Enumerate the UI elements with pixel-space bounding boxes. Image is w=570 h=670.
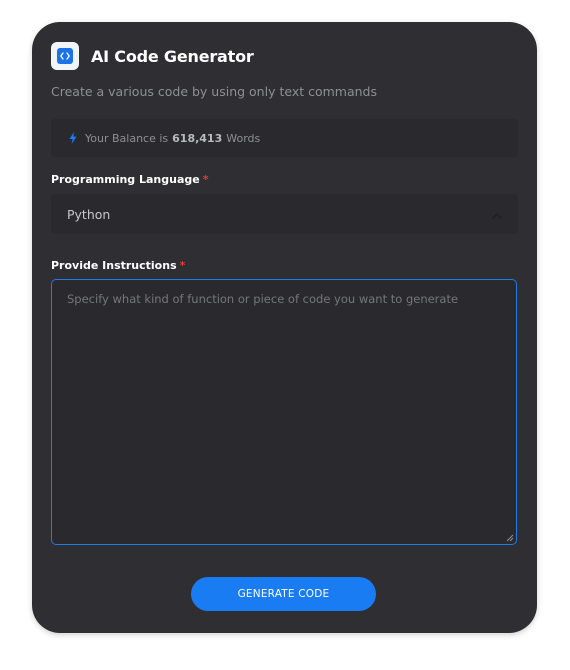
instructions-label-text: Provide Instructions xyxy=(51,259,177,272)
code-brackets-icon xyxy=(51,42,79,70)
instructions-label: Provide Instructions * xyxy=(51,259,185,272)
instructions-textarea[interactable] xyxy=(52,280,516,544)
balance-amount: 618,413 xyxy=(172,131,223,145)
code-generator-card: AI Code Generator Create a various code … xyxy=(32,22,537,633)
required-mark: * xyxy=(179,259,186,272)
balance-bar: Your Balance is 618,413 Words xyxy=(51,119,518,157)
language-selected-value: Python xyxy=(67,206,111,222)
resize-handle-icon[interactable] xyxy=(506,534,514,542)
generate-code-button[interactable]: GENERATE CODE xyxy=(191,577,376,611)
required-mark: * xyxy=(202,173,209,186)
language-label-text: Programming Language xyxy=(51,173,200,186)
lightning-bolt-icon xyxy=(69,132,77,144)
page-title: AI Code Generator xyxy=(91,46,254,66)
chevron-up-icon xyxy=(492,207,502,222)
balance-suffix: Words xyxy=(226,131,261,145)
card-header: AI Code Generator xyxy=(51,42,254,70)
language-select[interactable]: Python xyxy=(51,194,518,234)
instructions-field-wrapper xyxy=(51,279,517,545)
balance-prefix: Your Balance is xyxy=(85,131,169,145)
language-label: Programming Language * xyxy=(51,173,209,186)
page-subtitle: Create a various code by using only text… xyxy=(51,84,377,99)
